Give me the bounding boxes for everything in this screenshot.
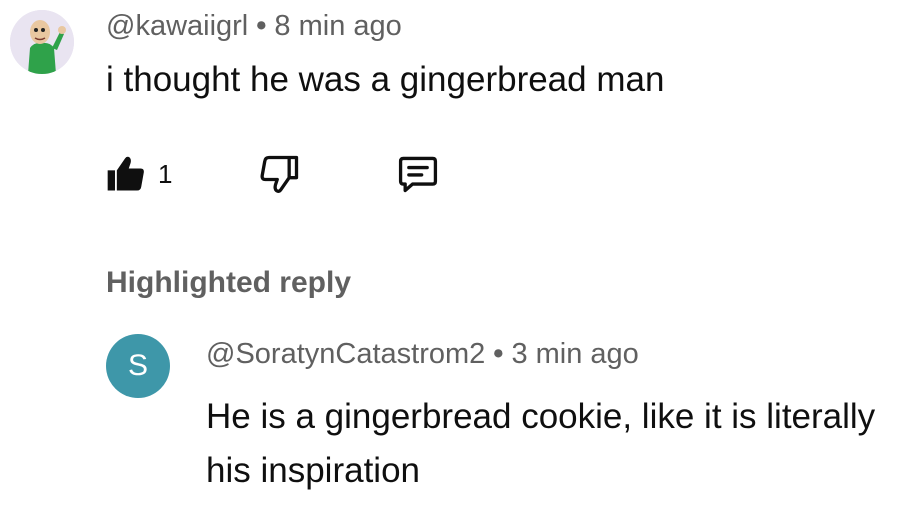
reply-meta: @SoratynCatastrom2 • 3 min ago bbox=[206, 338, 639, 371]
dislike-button[interactable] bbox=[258, 150, 302, 198]
meta-separator: • bbox=[493, 338, 504, 370]
comment-meta: @kawaiigrl • 8 min ago bbox=[106, 10, 402, 43]
meta-separator: • bbox=[256, 10, 267, 42]
reply-button[interactable] bbox=[396, 150, 440, 198]
avatar-character-icon bbox=[10, 10, 74, 74]
highlighted-reply-label: Highlighted reply bbox=[106, 266, 352, 299]
comment-time: 8 min ago bbox=[274, 10, 402, 42]
reply-avatar[interactable]: S bbox=[106, 334, 170, 398]
comment-author[interactable]: @kawaiigrl bbox=[106, 10, 248, 42]
like-count: 1 bbox=[158, 158, 173, 189]
comment-action-bar: 1 bbox=[104, 150, 504, 198]
reply-avatar-letter: S bbox=[127, 349, 148, 382]
reply-time: 3 min ago bbox=[511, 338, 639, 370]
like-button[interactable]: 1 bbox=[104, 150, 172, 198]
comment-text: i thought he was a gingerbread man bbox=[106, 60, 665, 99]
comment-bubble-icon bbox=[398, 156, 438, 193]
reply-author[interactable]: @SoratynCatastrom2 bbox=[206, 338, 485, 370]
commenter-avatar[interactable] bbox=[10, 10, 74, 74]
thumbs-up-filled-icon bbox=[107, 156, 144, 191]
reply-text: He is a gingerbread cookie, like it is l… bbox=[206, 397, 876, 490]
thumbs-down-outline-icon bbox=[260, 155, 299, 193]
